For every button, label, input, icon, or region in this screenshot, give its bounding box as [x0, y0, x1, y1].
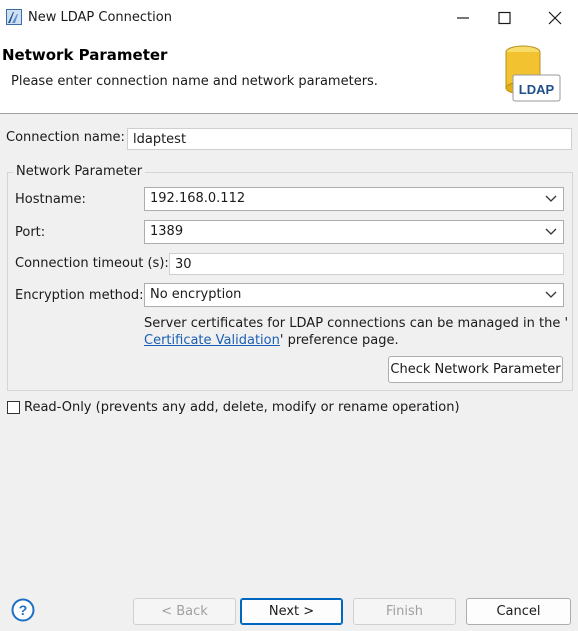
port-combo[interactable]: 1389	[144, 220, 564, 244]
page-title: Network Parameter	[2, 46, 168, 64]
encryption-combo[interactable]: No encryption	[144, 283, 564, 307]
hostname-label: Hostname:	[15, 192, 86, 207]
page-description: Please enter connection name and network…	[11, 74, 378, 89]
finish-button[interactable]: Finish	[353, 598, 456, 625]
hostname-value: 192.168.0.112	[150, 191, 246, 206]
chevron-down-icon	[545, 228, 557, 235]
certificate-validation-link[interactable]: Certificate Validation	[144, 333, 280, 348]
encryption-label: Encryption method:	[15, 288, 144, 303]
connection-name-input[interactable]: ldaptest	[127, 128, 572, 150]
cancel-button[interactable]: Cancel	[466, 598, 571, 625]
eclipse-window-icon	[6, 9, 22, 25]
port-value: 1389	[150, 224, 184, 239]
network-parameter-group-title: Network Parameter	[13, 164, 146, 179]
chevron-down-icon	[545, 195, 557, 202]
svg-text:?: ?	[19, 602, 28, 618]
check-network-parameter-button[interactable]: Check Network Parameter	[388, 356, 563, 383]
minimize-button[interactable]	[440, 0, 486, 36]
connection-name-label: Connection name:	[6, 130, 125, 145]
wizard-header: Network Parameter Please enter connectio…	[0, 36, 578, 114]
maximize-icon	[498, 11, 511, 25]
read-only-checkbox[interactable]	[7, 401, 20, 414]
timeout-label: Connection timeout (s):	[15, 256, 169, 271]
certificate-info-suffix: ' preference page.	[279, 333, 399, 348]
hostname-combo[interactable]: 192.168.0.112	[144, 187, 564, 211]
window-title: New LDAP Connection	[28, 10, 172, 25]
timeout-input[interactable]: 30	[169, 253, 564, 275]
ldap-logo-text: LDAP	[519, 82, 555, 97]
certificate-info-text: Server certificates for LDAP connections…	[144, 316, 569, 331]
help-icon[interactable]: ?	[11, 598, 35, 622]
title-bar: New LDAP Connection	[0, 0, 578, 36]
ldap-database-icon: LDAP	[505, 45, 561, 102]
close-button[interactable]	[532, 0, 578, 36]
minimize-icon	[457, 17, 469, 19]
close-icon	[548, 11, 562, 25]
port-label: Port:	[15, 225, 46, 240]
read-only-label: Read-Only (prevents any add, delete, mod…	[24, 400, 460, 415]
encryption-value: No encryption	[150, 287, 242, 302]
certificate-info-line2: Certificate Validation' preference page.	[144, 333, 399, 348]
next-button[interactable]: Next >	[240, 598, 343, 625]
chevron-down-icon	[545, 291, 557, 298]
maximize-button[interactable]	[482, 0, 528, 36]
back-button[interactable]: < Back	[133, 598, 236, 625]
